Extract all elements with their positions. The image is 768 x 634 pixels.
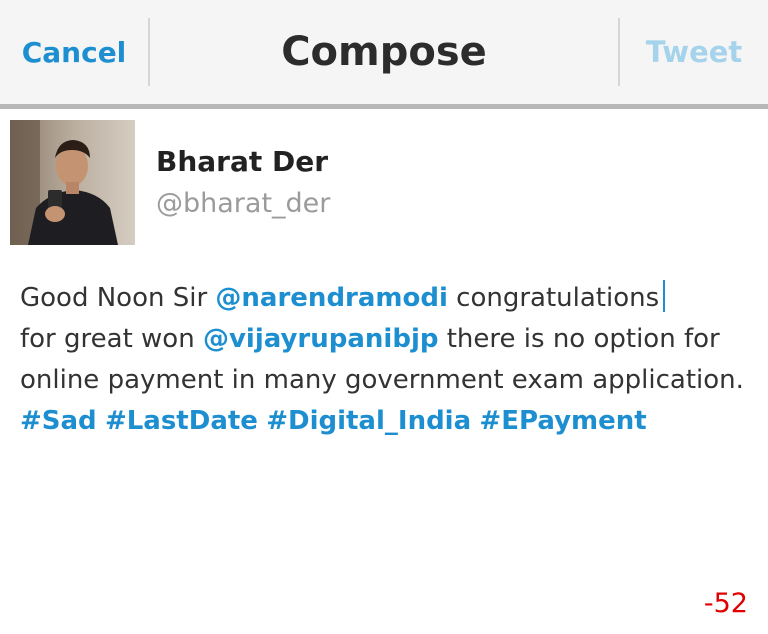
mention-link[interactable]: @vijayrupanibjp bbox=[203, 324, 439, 354]
tweet-text-segment: for great won bbox=[20, 324, 203, 354]
hashtag-link[interactable]: #EPayment bbox=[479, 406, 646, 436]
mention-link[interactable]: @narendramodi bbox=[215, 283, 447, 313]
tweet-text-area[interactable]: Good Noon Sir @narendramodi congratulati… bbox=[20, 278, 750, 442]
hashtag-link[interactable]: #Sad bbox=[20, 406, 97, 436]
text-cursor bbox=[663, 280, 666, 312]
tweet-button[interactable]: Tweet bbox=[620, 0, 768, 104]
tweet-text-segment: Good Noon Sir bbox=[20, 283, 216, 313]
character-counter: -52 bbox=[703, 588, 748, 619]
tweet-text-segment bbox=[258, 406, 266, 436]
page-title: Compose bbox=[281, 29, 487, 75]
compose-header: Cancel Compose Tweet bbox=[0, 0, 768, 109]
tweet-text-segment bbox=[97, 406, 105, 436]
hashtag-link[interactable]: #LastDate bbox=[105, 406, 258, 436]
avatar bbox=[10, 120, 135, 245]
cancel-button[interactable]: Cancel bbox=[0, 0, 148, 104]
user-handle: @bharat_der bbox=[156, 188, 331, 219]
user-name: Bharat Der bbox=[156, 145, 329, 178]
hashtag-link[interactable]: #Digital_India bbox=[266, 406, 471, 436]
tweet-text-segment: congratulations bbox=[447, 283, 660, 313]
